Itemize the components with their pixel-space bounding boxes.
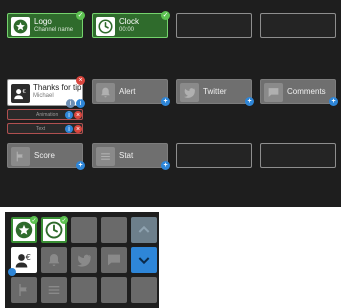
list-icon [48, 286, 60, 294]
flag-icon [19, 284, 27, 296]
empty-slot[interactable] [260, 143, 336, 168]
mini-alert-tile[interactable] [41, 247, 67, 273]
close-icon[interactable]: × [76, 76, 85, 85]
widget-editor-panel: Logo Channel name ✓ Clock 00:00 ✓ € Than… [0, 0, 341, 207]
mini-clock-tile[interactable]: ✓ [41, 216, 68, 243]
info-icon [8, 268, 16, 276]
list-icon [96, 147, 115, 166]
add-icon[interactable]: + [76, 161, 85, 170]
user-euro-icon: € [11, 84, 30, 103]
widget-title: Twitter [203, 87, 227, 96]
widget-alert[interactable]: Alert + [92, 79, 170, 106]
check-icon: ✓ [60, 216, 68, 224]
star-icon [15, 221, 33, 239]
twitter-bird-icon [77, 254, 91, 267]
check-icon[interactable]: ✓ [161, 11, 170, 20]
close-icon[interactable]: × [74, 125, 82, 133]
widget-clock[interactable]: Clock 00:00 ✓ [92, 11, 170, 38]
mini-empty-tile[interactable] [131, 277, 157, 303]
widget-comments[interactable]: Comments + [260, 79, 338, 106]
widget-score[interactable]: Score + [7, 143, 85, 170]
widget-title: Logo [34, 17, 52, 26]
add-icon[interactable]: + [245, 97, 254, 106]
bell-icon [48, 254, 60, 266]
check-icon[interactable]: ✓ [76, 11, 85, 20]
add-icon[interactable]: + [161, 97, 170, 106]
chevron-up-icon [138, 225, 150, 233]
widget-title: Stat [119, 151, 134, 160]
scroll-up-button[interactable] [131, 217, 157, 243]
clock-icon [96, 17, 115, 36]
mini-logo-tile[interactable]: ✓ [11, 216, 38, 243]
widget-stat[interactable]: Stat + [92, 143, 170, 170]
tip-subrow-text[interactable]: Text i × [7, 123, 83, 134]
widget-subtitle: Channel name [34, 27, 74, 33]
user-euro-icon: € [15, 252, 31, 268]
mini-score-tile[interactable] [11, 277, 37, 303]
widget-tip[interactable]: € Thanks for tip Michael × i i [7, 76, 85, 108]
empty-slot[interactable] [176, 143, 252, 168]
widget-title: Alert [119, 87, 136, 96]
svg-text:€: € [22, 89, 26, 95]
mini-twitter-tile[interactable] [71, 247, 97, 273]
subrow-label: Text [36, 126, 46, 132]
settings-icon[interactable]: i [65, 125, 73, 133]
close-icon[interactable]: × [74, 111, 82, 119]
mini-empty-tile[interactable] [71, 217, 97, 243]
mini-stat-tile[interactable] [41, 277, 67, 303]
widget-subtitle: 00:00 [119, 27, 135, 33]
empty-slot[interactable] [260, 13, 336, 38]
check-icon: ✓ [30, 216, 38, 224]
mini-comments-tile[interactable] [101, 247, 127, 273]
tip-subrow-animation[interactable]: Animation i × [7, 109, 83, 120]
subrow-label: Animation [36, 112, 59, 118]
widget-title: Clock [119, 17, 140, 26]
link-icon[interactable]: i [66, 99, 75, 108]
add-icon[interactable]: + [329, 97, 338, 106]
scroll-down-button[interactable] [131, 247, 157, 273]
empty-slot[interactable] [176, 13, 252, 38]
mini-tip-tile[interactable]: € [8, 247, 37, 276]
comment-icon [264, 83, 283, 102]
svg-text:€: € [26, 252, 31, 262]
flag-icon [11, 147, 30, 166]
widget-title: Thanks for tip [33, 83, 82, 92]
twitter-bird-icon [180, 83, 199, 102]
mini-empty-tile[interactable] [71, 277, 97, 303]
add-icon[interactable]: + [161, 161, 170, 170]
clock-icon [45, 221, 63, 239]
widget-title: Score [34, 151, 55, 160]
info-icon[interactable]: i [76, 99, 85, 108]
star-icon [11, 17, 30, 36]
mini-widget-grid: ✓ ✓ € [5, 212, 159, 308]
widget-subtitle: Michael [33, 93, 54, 99]
mini-empty-tile[interactable] [101, 217, 127, 243]
mini-empty-tile[interactable] [101, 277, 127, 303]
widget-logo[interactable]: Logo Channel name ✓ [7, 11, 85, 38]
widget-twitter[interactable]: Twitter + [176, 79, 254, 106]
comment-icon [108, 254, 120, 266]
widget-title: Comments [287, 87, 326, 96]
bell-icon [96, 83, 115, 102]
settings-icon[interactable]: i [65, 111, 73, 119]
chevron-down-icon [138, 257, 150, 265]
